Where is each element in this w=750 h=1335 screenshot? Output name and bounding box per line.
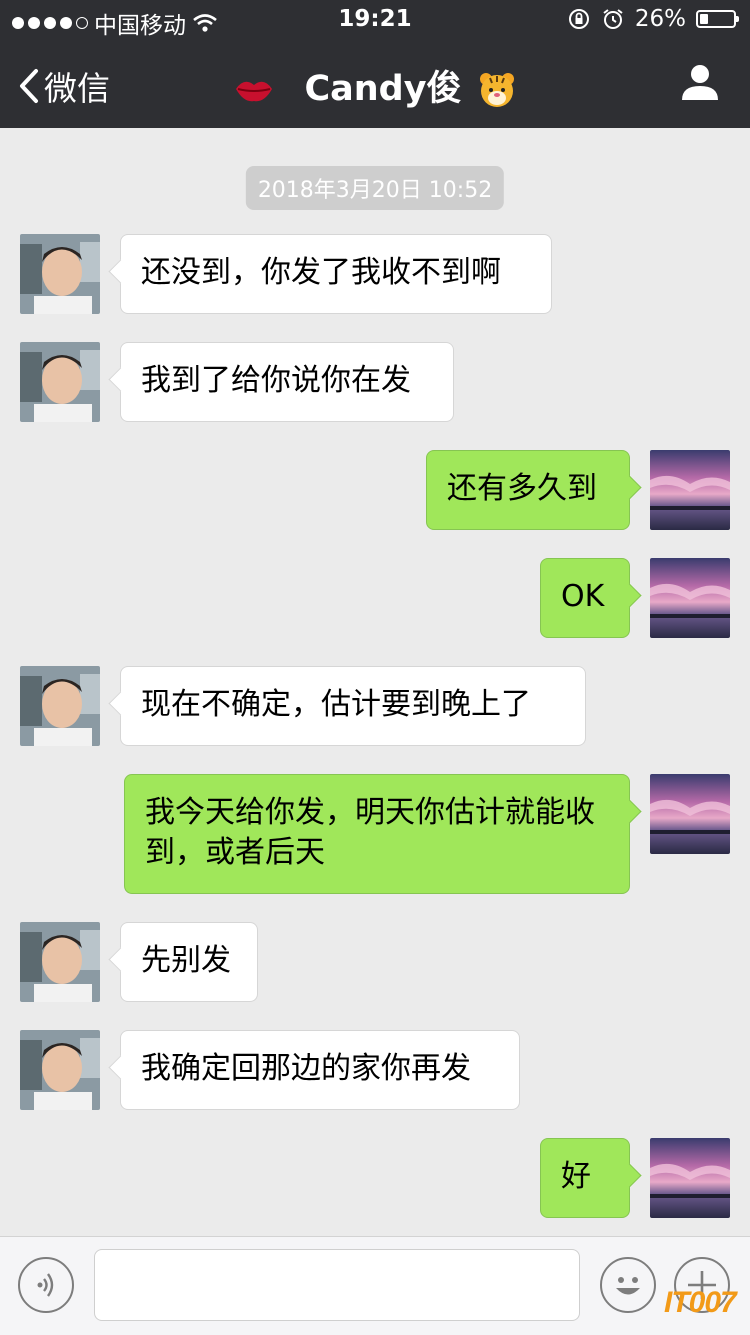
- my-avatar[interactable]: [650, 450, 730, 530]
- my-avatar[interactable]: [650, 1138, 730, 1218]
- outgoing-message-bubble[interactable]: 好: [540, 1138, 630, 1218]
- chat-timestamp: 2018年3月20日 10:52: [245, 166, 505, 210]
- status-right: 26%: [567, 6, 739, 32]
- my-avatar-photo: [650, 774, 730, 854]
- outgoing-message-bubble[interactable]: OK: [540, 558, 630, 638]
- outgoing-message-bubble[interactable]: 还有多久到: [426, 450, 630, 530]
- rotation-lock-icon: [568, 9, 589, 29]
- emoji-button[interactable]: [600, 1257, 656, 1313]
- my-avatar-photo: [650, 450, 730, 530]
- contact-avatar[interactable]: [20, 922, 100, 1002]
- outgoing-message-bubble[interactable]: 我今天给你发，明天你估计就能收到，或者后天: [124, 774, 630, 894]
- alarm-icon: [603, 9, 623, 29]
- incoming-message-bubble[interactable]: 还没到，你发了我收不到啊: [120, 234, 552, 314]
- contact-photo: [20, 1030, 100, 1110]
- incoming-message-bubble[interactable]: 现在不确定，估计要到晚上了: [120, 666, 586, 746]
- profile-button[interactable]: [680, 62, 720, 106]
- kiss-lips-emoji: [236, 81, 273, 102]
- voice-button[interactable]: [18, 1257, 74, 1313]
- my-avatar-photo: [650, 1138, 730, 1218]
- incoming-message-bubble[interactable]: 先别发: [120, 922, 258, 1002]
- voice-icon: [37, 1273, 54, 1297]
- battery-percent: 26%: [634, 6, 686, 32]
- incoming-message-bubble[interactable]: 我确定回那边的家你再发: [120, 1030, 520, 1110]
- contact-avatar[interactable]: [20, 342, 100, 422]
- nav-bar: 微信 Candy俊: [0, 40, 750, 128]
- my-avatar[interactable]: [650, 558, 730, 638]
- incoming-message-bubble[interactable]: 我到了给你说你在发: [120, 342, 454, 422]
- battery-icon: [696, 10, 739, 28]
- my-avatar-photo: [650, 558, 730, 638]
- chat-title-text: Candy俊: [304, 69, 462, 109]
- top-bar: 中国移动 19:21 26% 微信 Candy俊: [0, 0, 750, 128]
- contact-photo: [20, 922, 100, 1002]
- contact-photo: [20, 666, 100, 746]
- tiger-face-emoji: [479, 73, 514, 107]
- message-input[interactable]: [94, 1249, 580, 1321]
- contact-photo: [20, 342, 100, 422]
- input-bar: [0, 1236, 750, 1335]
- person-icon: [682, 65, 718, 100]
- watermark-logo: IT007: [664, 1286, 737, 1319]
- contact-avatar[interactable]: [20, 666, 100, 746]
- contact-avatar[interactable]: [20, 1030, 100, 1110]
- my-avatar[interactable]: [650, 774, 730, 854]
- contact-avatar[interactable]: [20, 234, 100, 314]
- status-bar: 中国移动 19:21 26%: [0, 0, 750, 40]
- emoji-icon: [616, 1277, 640, 1295]
- contact-photo: [20, 234, 100, 314]
- chat-title: Candy俊: [0, 60, 750, 111]
